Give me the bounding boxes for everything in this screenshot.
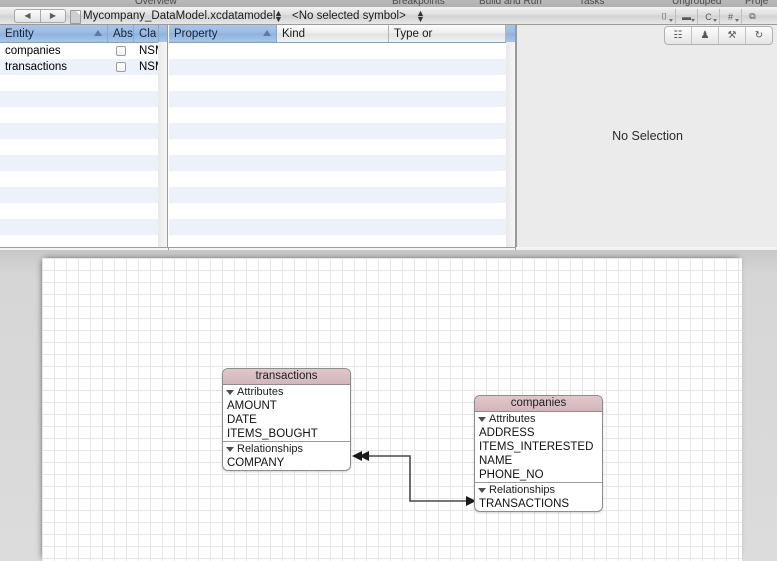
entity-header-row: Entity Abs Cla <box>0 25 167 43</box>
document-icon <box>70 10 81 24</box>
sort-ascending-icon <box>263 30 271 36</box>
window-split-icon[interactable]: ⧉ <box>741 9 763 24</box>
entity-name-cell[interactable]: transactions <box>0 59 108 75</box>
abstract-checkbox[interactable] <box>116 46 126 56</box>
entity-box-title[interactable]: companies <box>475 396 602 412</box>
nav-forward-button[interactable]: ▶ <box>40 9 66 23</box>
disclosure-triangle-icon[interactable] <box>478 416 486 422</box>
entity-section-attributes[interactable]: Attributes <box>475 412 602 426</box>
abstract-checkbox[interactable] <box>116 62 126 72</box>
attribute-item[interactable]: ITEMS_INTERESTED <box>475 440 602 454</box>
property-column-header-type[interactable]: Type or <box>389 25 506 42</box>
entity-column-header-class[interactable]: Cla <box>134 25 159 42</box>
table-row-empty[interactable] <box>169 91 515 107</box>
toolbar-label-project[interactable]: Proje <box>745 0 768 7</box>
property-column-header-property[interactable]: Property <box>169 25 277 42</box>
entity-class-cell[interactable]: NSM <box>134 59 159 75</box>
symbol-stepper[interactable]: ▲ ▼ <box>416 9 425 24</box>
attribute-item[interactable]: DATE <box>223 413 350 427</box>
entity-column-header-abs[interactable]: Abs <box>108 25 134 42</box>
path-bar: ◀ ▶ Mycompany_DataModel.xcdatamodel ▲ ▼ … <box>0 7 777 25</box>
entity-column-header-entity[interactable]: Entity <box>0 25 108 42</box>
entity-class-cell[interactable]: NSM <box>134 43 159 59</box>
entity-list-pane: Entity Abs Cla companies NSM transaction… <box>0 25 168 248</box>
entity-vertical-scrollbar[interactable] <box>158 42 167 247</box>
sort-ascending-icon <box>94 30 102 36</box>
inspector-pane: ☷ ♟ ⚒ ↻ No Selection <box>516 25 777 247</box>
editor-split-icon[interactable]: ⌷ <box>654 9 675 24</box>
entity-box-companies[interactable]: companies Attributes ADDRESS ITEMS_INTER… <box>474 395 603 512</box>
selected-symbol-label[interactable]: <No selected symbol> <box>292 10 406 22</box>
relationship-item[interactable]: TRANSACTIONS <box>475 497 602 511</box>
stepper-down-icon[interactable]: ▼ <box>274 15 283 24</box>
view-layout-icon[interactable]: ▬ <box>675 9 697 24</box>
property-column-header-kind[interactable]: Kind <box>277 25 389 42</box>
property-header-row: Property Kind Type or <box>169 25 515 43</box>
toolbar-label-ungrouped[interactable]: Ungrouped <box>672 0 721 7</box>
document-stepper[interactable]: ▲ ▼ <box>274 9 283 24</box>
table-row[interactable]: transactions NSM <box>0 59 167 75</box>
table-row-empty[interactable] <box>169 59 515 75</box>
entity-box-transactions[interactable]: transactions Attributes AMOUNT DATE ITEM… <box>222 368 351 471</box>
document-path-label[interactable]: Mycompany_DataModel.xcdatamodel <box>83 10 275 22</box>
attribute-item[interactable]: ITEMS_BOUGHT <box>223 427 350 441</box>
table-row[interactable]: companies NSM <box>0 43 167 59</box>
diagram-grid[interactable]: transactions Attributes AMOUNT DATE ITEM… <box>42 258 742 561</box>
table-row-empty[interactable] <box>169 43 515 59</box>
attribute-item[interactable]: PHONE_NO <box>475 468 602 482</box>
no-selection-label: No Selection <box>612 129 683 143</box>
list-panes: Entity Abs Cla companies NSM transaction… <box>0 25 516 248</box>
attribute-item[interactable]: AMOUNT <box>223 399 350 413</box>
table-row-empty[interactable] <box>169 75 515 91</box>
editor-toolbar-icons: ⌷ ▬ C # ⧉ <box>654 9 763 24</box>
entity-box-title[interactable]: transactions <box>223 369 350 385</box>
toolbar-label-tasks[interactable]: Tasks <box>579 0 605 7</box>
relationship-item[interactable]: COMPANY <box>223 456 350 470</box>
relationship-connector <box>352 451 476 506</box>
toolbar-label-breakpoints[interactable]: Breakpoints <box>392 0 445 7</box>
property-vertical-scrollbar[interactable] <box>506 42 515 247</box>
entity-section-relationships[interactable]: Relationships <box>223 441 350 456</box>
property-rows[interactable] <box>169 43 515 248</box>
table-row-empty[interactable] <box>0 203 167 219</box>
toolbar-label-build-and-run[interactable]: Build and Run <box>479 0 542 7</box>
table-row-empty[interactable] <box>0 155 167 171</box>
table-row-empty[interactable] <box>0 107 167 123</box>
table-row-empty[interactable] <box>169 107 515 123</box>
entity-abstract-cell[interactable] <box>108 43 134 59</box>
table-row-empty[interactable] <box>0 123 167 139</box>
table-row-empty[interactable] <box>169 219 515 235</box>
disclosure-triangle-icon[interactable] <box>226 389 234 395</box>
table-row-empty[interactable] <box>169 171 515 187</box>
nav-back-button[interactable]: ◀ <box>14 9 40 23</box>
symbol-stepper-down-icon[interactable]: ▼ <box>416 15 425 24</box>
counterpart-icon[interactable]: C <box>697 9 719 24</box>
table-row-empty[interactable] <box>169 155 515 171</box>
line-number-icon[interactable]: # <box>719 9 741 24</box>
main-toolbar-strip: Overview Breakpoints Build and Run Tasks… <box>0 0 777 7</box>
entity-rows[interactable]: companies NSM transactions NSM <box>0 43 167 248</box>
table-row-empty[interactable] <box>169 139 515 155</box>
table-row-empty[interactable] <box>0 75 167 91</box>
table-row-empty[interactable] <box>169 203 515 219</box>
table-row-empty[interactable] <box>0 91 167 107</box>
toolbar-label-overview[interactable]: Overview <box>135 0 177 7</box>
table-row-empty[interactable] <box>0 171 167 187</box>
xcode-data-model-window: Overview Breakpoints Build and Run Tasks… <box>0 0 777 561</box>
attribute-item[interactable]: ADDRESS <box>475 426 602 440</box>
entity-section-relationships[interactable]: Relationships <box>475 482 602 497</box>
table-row-empty[interactable] <box>0 219 167 235</box>
table-row-empty[interactable] <box>0 139 167 155</box>
entity-section-attributes[interactable]: Attributes <box>223 385 350 399</box>
model-diagram-canvas[interactable]: transactions Attributes AMOUNT DATE ITEM… <box>0 250 777 561</box>
disclosure-triangle-icon[interactable] <box>226 446 234 452</box>
table-row-empty[interactable] <box>169 187 515 203</box>
attribute-item[interactable]: NAME <box>475 454 602 468</box>
table-row-empty[interactable] <box>169 123 515 139</box>
entity-name-cell[interactable]: companies <box>0 43 108 59</box>
property-list-pane: Property Kind Type or <box>169 25 516 248</box>
disclosure-triangle-icon[interactable] <box>478 487 486 493</box>
entity-abstract-cell[interactable] <box>108 59 134 75</box>
table-row-empty[interactable] <box>0 187 167 203</box>
